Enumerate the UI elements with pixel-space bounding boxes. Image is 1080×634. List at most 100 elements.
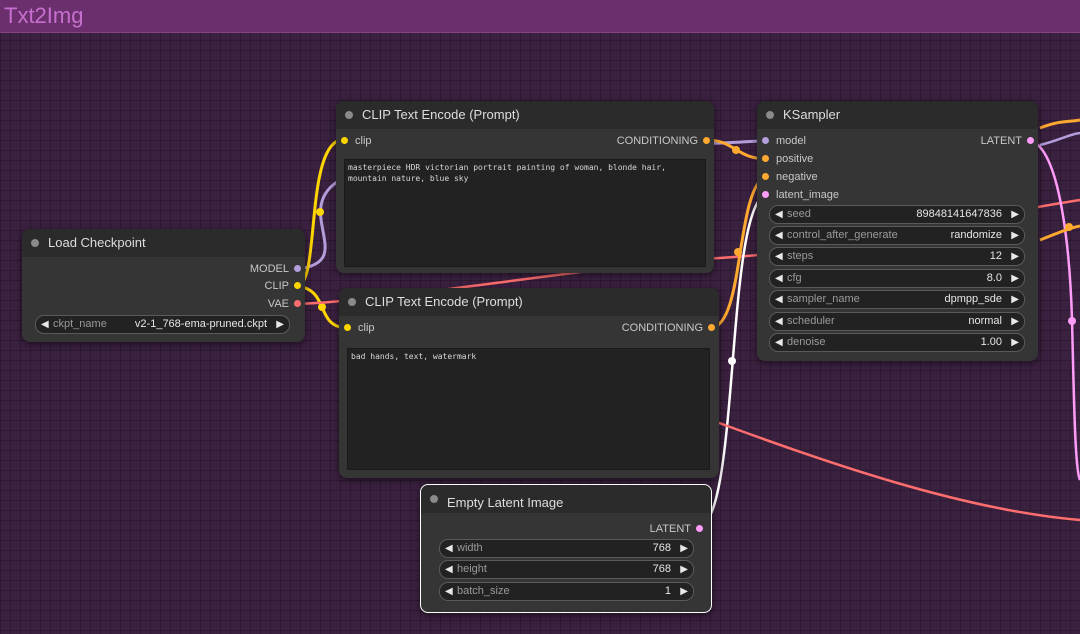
input-slot-latent-image[interactable]: latent_image (762, 188, 839, 202)
widget-ckpt-name[interactable]: ◀ ckpt_name v2-1_768-ema-pruned.ckpt ▶ (35, 315, 290, 334)
widget-batch-size[interactable]: ◀ batch_size 1 ▶ (439, 582, 694, 601)
prompt-textarea[interactable]: masterpiece HDR victorian portrait paint… (344, 159, 706, 267)
widget-width[interactable]: ◀ width 768 ▶ (439, 539, 694, 558)
increment-arrow-icon[interactable]: ▶ (1011, 334, 1019, 351)
increment-arrow-icon[interactable]: ▶ (680, 583, 688, 600)
ksampler-node[interactable]: KSampler model positive negative latent_… (757, 101, 1038, 361)
widget-label: denoise (787, 336, 826, 348)
slot-dot-icon[interactable] (1027, 137, 1034, 144)
node-title-bar[interactable]: CLIP Text Encode (Prompt) (339, 288, 719, 316)
increment-arrow-icon[interactable]: ▶ (680, 540, 688, 557)
output-slot-conditioning[interactable]: CONDITIONING (617, 134, 710, 148)
widget-steps[interactable]: ◀ steps 12 ▶ (769, 247, 1025, 266)
slot-dot-icon[interactable] (294, 282, 301, 289)
output-slot-model[interactable]: MODEL (250, 262, 301, 276)
widget-height[interactable]: ◀ height 768 ▶ (439, 560, 694, 579)
wire-reroute-dot (728, 357, 736, 365)
decrement-arrow-icon[interactable]: ◀ (445, 583, 453, 600)
widget-value: 12 (989, 250, 1002, 262)
node-title-bar[interactable]: CLIP Text Encode (Prompt) (336, 101, 714, 129)
input-slot-positive[interactable]: positive (762, 152, 813, 166)
increment-arrow-icon[interactable]: ▶ (1011, 206, 1019, 223)
slot-dot-icon[interactable] (762, 173, 769, 180)
slot-label: negative (776, 171, 818, 183)
empty-latent-image-node[interactable]: Empty Latent Image LATENT ◀ width 768 ▶ … (420, 484, 712, 613)
decrement-arrow-icon[interactable]: ◀ (775, 291, 783, 308)
slot-label: CLIP (264, 280, 289, 292)
slot-label: clip (355, 135, 372, 147)
slot-dot-icon[interactable] (762, 155, 769, 162)
slot-dot-icon[interactable] (341, 137, 348, 144)
slot-label: latent_image (776, 189, 839, 201)
slot-dot-icon[interactable] (703, 137, 710, 144)
increment-arrow-icon[interactable]: ▶ (1011, 248, 1019, 265)
widget-scheduler[interactable]: ◀ scheduler normal ▶ (769, 312, 1025, 331)
collapse-dot-icon[interactable] (430, 495, 438, 503)
decrement-arrow-icon[interactable]: ◀ (775, 248, 783, 265)
slot-dot-icon[interactable] (294, 300, 301, 307)
output-slot-vae[interactable]: VAE (268, 297, 301, 311)
output-slot-latent[interactable]: LATENT (650, 522, 703, 536)
increment-arrow-icon[interactable]: ▶ (1011, 270, 1019, 287)
slot-label: VAE (267, 298, 289, 310)
slot-dot-icon[interactable] (696, 525, 703, 532)
collapse-dot-icon[interactable] (348, 298, 356, 306)
node-title-bar[interactable]: Load Checkpoint (22, 229, 305, 257)
slot-dot-icon[interactable] (762, 191, 769, 198)
input-slot-model[interactable]: model (762, 134, 806, 148)
decrement-arrow-icon[interactable]: ◀ (775, 227, 783, 244)
wire-reroute-dot (1068, 317, 1076, 325)
increment-arrow-icon[interactable]: ▶ (1011, 291, 1019, 308)
collapse-dot-icon[interactable] (766, 111, 774, 119)
widget-sampler-name[interactable]: ◀ sampler_name dpmpp_sde ▶ (769, 290, 1025, 309)
slot-dot-icon[interactable] (294, 265, 301, 272)
slot-dot-icon[interactable] (344, 324, 351, 331)
output-slot-conditioning[interactable]: CONDITIONING (622, 321, 715, 335)
widget-cfg[interactable]: ◀ cfg 8.0 ▶ (769, 269, 1025, 288)
load-checkpoint-node[interactable]: Load Checkpoint MODEL CLIP VAE ◀ ckpt_na… (22, 229, 305, 342)
slot-dot-icon[interactable] (762, 137, 769, 144)
widget-value: 89848141647836 (916, 208, 1002, 220)
increment-arrow-icon[interactable]: ▶ (1011, 313, 1019, 330)
widget-seed[interactable]: ◀ seed 89848141647836 ▶ (769, 205, 1025, 224)
group-header[interactable]: Txt2Img (0, 0, 1080, 33)
collapse-dot-icon[interactable] (31, 239, 39, 247)
slot-label: CONDITIONING (616, 135, 698, 147)
decrement-arrow-icon[interactable]: ◀ (775, 313, 783, 330)
wire-reroute-dot (1065, 223, 1073, 231)
widget-value: 8.0 (986, 272, 1002, 284)
widget-control-after-generate[interactable]: ◀ control_after_generate randomize ▶ (769, 226, 1025, 245)
decrement-arrow-icon[interactable]: ◀ (445, 540, 453, 557)
widget-denoise[interactable]: ◀ denoise 1.00 ▶ (769, 333, 1025, 352)
slot-label: LATENT (649, 523, 691, 535)
node-title-bar[interactable]: KSampler (757, 101, 1038, 129)
output-slot-clip[interactable]: CLIP (265, 279, 301, 293)
decrement-arrow-icon[interactable]: ◀ (41, 316, 49, 333)
increment-arrow-icon[interactable]: ▶ (680, 561, 688, 578)
collapse-dot-icon[interactable] (345, 111, 353, 119)
decrement-arrow-icon[interactable]: ◀ (775, 206, 783, 223)
node-title: KSampler (783, 107, 841, 122)
decrement-arrow-icon[interactable]: ◀ (775, 270, 783, 287)
slot-label: MODEL (249, 263, 289, 275)
slot-dot-icon[interactable] (708, 324, 715, 331)
input-slot-clip[interactable]: clip (344, 321, 375, 335)
output-slot-latent[interactable]: LATENT (981, 134, 1034, 148)
node-title: Empty Latent Image (447, 495, 564, 510)
node-title-bar[interactable]: Empty Latent Image (421, 485, 711, 513)
widget-label: cfg (787, 272, 802, 284)
increment-arrow-icon[interactable]: ▶ (1011, 227, 1019, 244)
clip-text-encode-negative-node[interactable]: CLIP Text Encode (Prompt) clip CONDITION… (339, 288, 719, 478)
prompt-textarea[interactable]: bad hands, text, watermark (347, 348, 710, 470)
input-slot-clip[interactable]: clip (341, 134, 372, 148)
slot-label: model (776, 135, 806, 147)
decrement-arrow-icon[interactable]: ◀ (445, 561, 453, 578)
increment-arrow-icon[interactable]: ▶ (276, 316, 284, 333)
widget-value: randomize (950, 229, 1002, 241)
wire-reroute-dot (318, 303, 326, 311)
slot-label: CONDITIONING (621, 322, 703, 334)
clip-text-encode-positive-node[interactable]: CLIP Text Encode (Prompt) clip CONDITION… (336, 101, 714, 273)
input-slot-negative[interactable]: negative (762, 170, 818, 184)
decrement-arrow-icon[interactable]: ◀ (775, 334, 783, 351)
widget-value: dpmpp_sde (944, 293, 1003, 305)
